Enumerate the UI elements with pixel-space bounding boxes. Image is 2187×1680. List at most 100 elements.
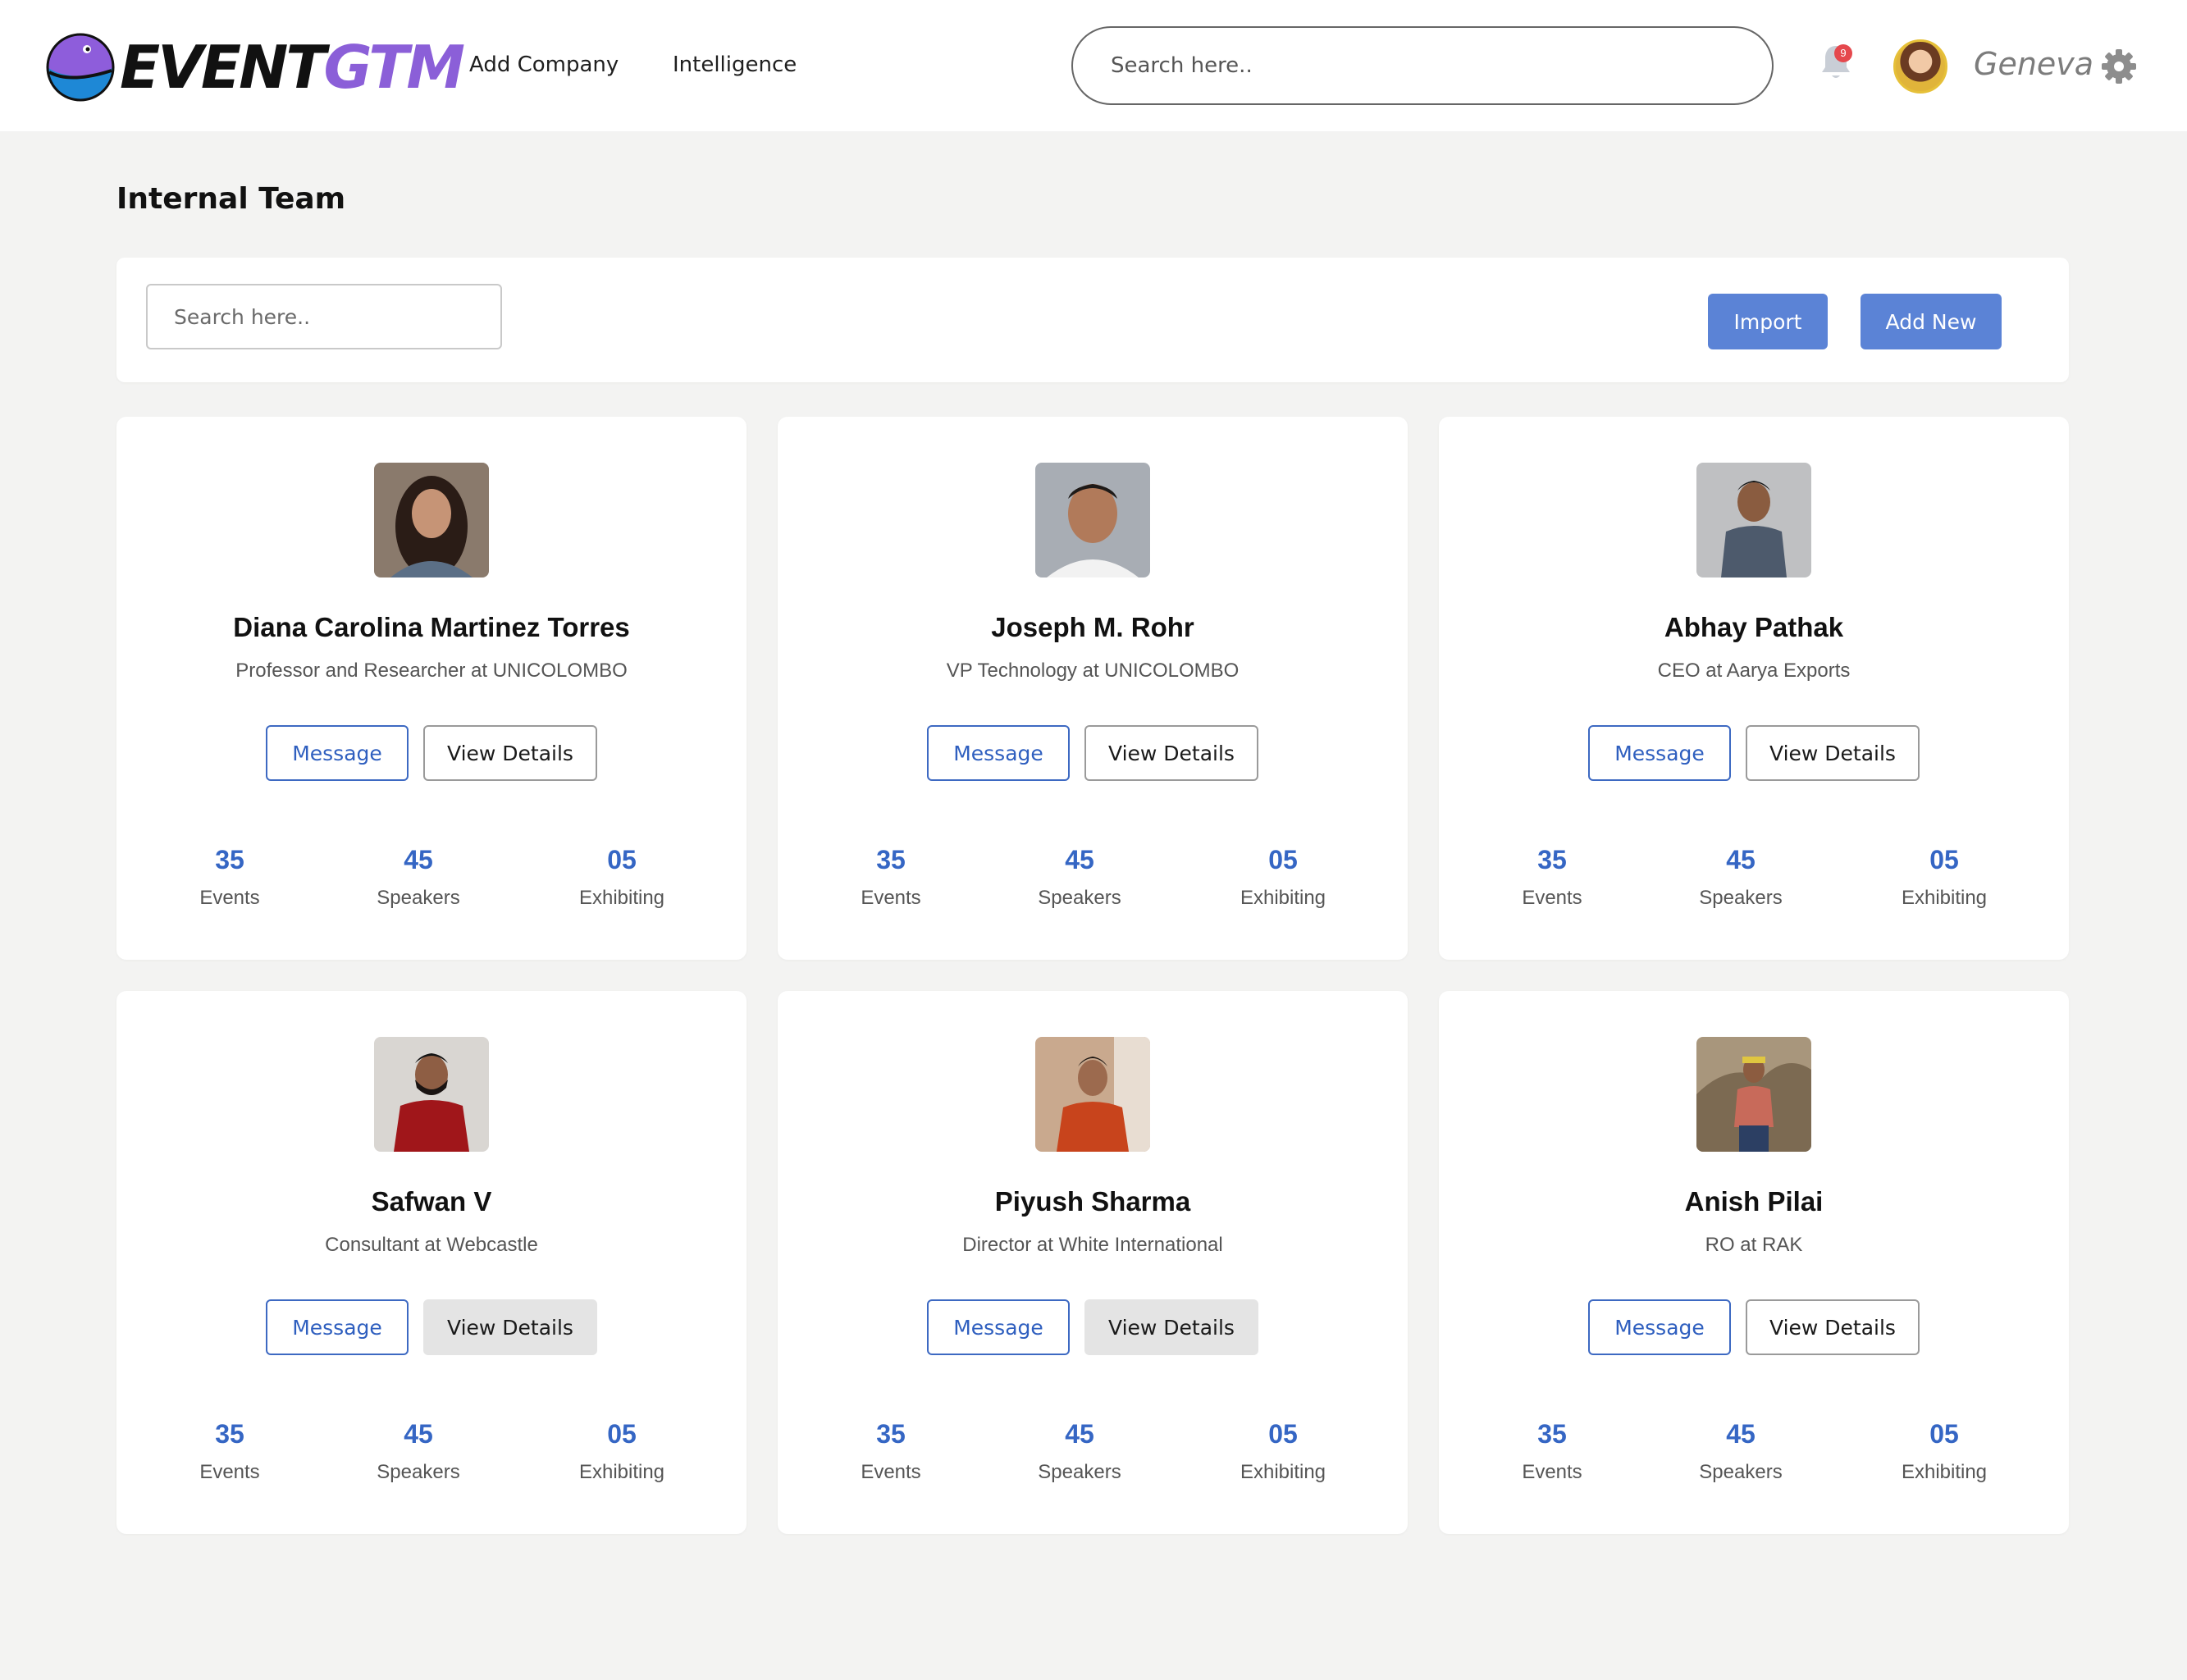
- member-photo: [374, 463, 489, 578]
- member-photo: [1696, 463, 1811, 578]
- member-role: VP Technology at UNICOLOMBO: [946, 660, 1240, 682]
- stat-speakers-value: 45: [1726, 845, 1756, 874]
- stat-exhibiting: 05 Exhibiting: [540, 845, 704, 910]
- stat-speakers: 45 Speakers: [336, 845, 500, 910]
- stat-exhibiting: 05 Exhibiting: [1862, 1419, 2026, 1484]
- stat-speakers-value: 45: [404, 1419, 433, 1449]
- message-button[interactable]: Message: [266, 1299, 409, 1355]
- stat-speakers-value: 45: [1065, 1419, 1094, 1449]
- stat-events-label: Events: [861, 887, 921, 909]
- stat-speakers-label: Speakers: [1699, 1461, 1783, 1483]
- team-search-input[interactable]: [146, 284, 502, 349]
- gear-icon[interactable]: [2102, 49, 2136, 84]
- stat-events: 35 Events: [148, 1419, 312, 1484]
- stat-events-label: Events: [199, 887, 260, 909]
- view-details-button[interactable]: View Details: [423, 1299, 597, 1355]
- stat-exhibiting-value: 05: [1929, 845, 1959, 874]
- stat-speakers-value: 45: [1065, 845, 1094, 874]
- stat-exhibiting: 05 Exhibiting: [1201, 1419, 1365, 1484]
- message-button[interactable]: Message: [1588, 1299, 1731, 1355]
- message-button[interactable]: Message: [266, 725, 409, 781]
- notification-badge: 9: [1834, 44, 1852, 62]
- stat-speakers: 45 Speakers: [1659, 845, 1823, 910]
- stat-exhibiting-value: 05: [1268, 845, 1298, 874]
- logo-wordmark-event: EVENT: [120, 33, 326, 102]
- stat-events-value: 35: [215, 845, 244, 874]
- stat-events-value: 35: [876, 1419, 906, 1449]
- logo-wordmark-gtm: GTM: [323, 33, 465, 102]
- member-role: RO at RAK: [1705, 1234, 1803, 1256]
- message-button[interactable]: Message: [1588, 725, 1731, 781]
- member-photo: [1035, 463, 1150, 578]
- stat-exhibiting: 05 Exhibiting: [1862, 845, 2026, 910]
- stat-events: 35 Events: [1470, 1419, 1634, 1484]
- stat-exhibiting-label: Exhibiting: [1901, 1461, 1988, 1483]
- stat-events: 35 Events: [1470, 845, 1634, 910]
- user-name[interactable]: Geneva: [1974, 46, 2093, 82]
- member-role: Consultant at Webcastle: [325, 1234, 538, 1256]
- stat-exhibiting-value: 05: [607, 1419, 637, 1449]
- stat-speakers-label: Speakers: [377, 887, 460, 909]
- top-navbar: EVENTGTM Add Company Intelligence 9 Gene…: [0, 0, 2187, 131]
- member-name: Joseph M. Rohr: [991, 612, 1194, 642]
- stat-exhibiting-label: Exhibiting: [1901, 887, 1988, 909]
- team-member-card: Abhay Pathak CEO at Aarya Exports Messag…: [1439, 417, 2069, 960]
- view-details-button[interactable]: View Details: [1746, 725, 1920, 781]
- member-photo: [1696, 1037, 1811, 1152]
- stat-events-value: 35: [876, 845, 906, 874]
- stat-events: 35 Events: [809, 845, 973, 910]
- stat-events-label: Events: [1522, 1461, 1582, 1483]
- stat-exhibiting-value: 05: [1268, 1419, 1298, 1449]
- team-member-card: Joseph M. Rohr VP Technology at UNICOLOM…: [778, 417, 1408, 960]
- stat-exhibiting-label: Exhibiting: [1240, 1461, 1326, 1483]
- view-details-button[interactable]: View Details: [423, 725, 597, 781]
- member-name: Diana Carolina Martinez Torres: [233, 612, 630, 642]
- stat-events: 35 Events: [809, 1419, 973, 1484]
- stat-speakers-label: Speakers: [1038, 1461, 1121, 1483]
- import-button[interactable]: Import: [1708, 294, 1828, 349]
- add-new-button[interactable]: Add New: [1861, 294, 2002, 349]
- stat-speakers: 45 Speakers: [998, 1419, 1162, 1484]
- view-details-button[interactable]: View Details: [1084, 725, 1258, 781]
- eventgtm-logo[interactable]: EVENTGTM: [46, 33, 465, 102]
- stat-speakers-value: 45: [404, 845, 433, 874]
- team-member-card: Piyush Sharma Director at White Internat…: [778, 991, 1408, 1534]
- member-name: Anish Pilai: [1684, 1186, 1824, 1217]
- stat-exhibiting: 05 Exhibiting: [540, 1419, 704, 1484]
- stat-exhibiting-label: Exhibiting: [578, 887, 665, 909]
- stat-speakers-label: Speakers: [1038, 887, 1121, 909]
- member-role: Professor and Researcher at UNICOLOMBO: [235, 660, 628, 682]
- logo-wordmark: EVENTGTM: [120, 33, 465, 102]
- team-member-card: Anish Pilai RO at RAK Message View Detai…: [1439, 991, 2069, 1534]
- nav-intelligence[interactable]: Intelligence: [673, 52, 797, 77]
- stat-speakers: 45 Speakers: [998, 845, 1162, 910]
- team-toolbar: Import Add New: [116, 258, 2069, 382]
- view-details-button[interactable]: View Details: [1746, 1299, 1920, 1355]
- stat-events: 35 Events: [148, 845, 312, 910]
- stat-exhibiting-label: Exhibiting: [578, 1461, 665, 1483]
- stat-speakers-label: Speakers: [377, 1461, 460, 1483]
- stat-speakers: 45 Speakers: [336, 1419, 500, 1484]
- member-name: Abhay Pathak: [1664, 612, 1844, 642]
- stat-speakers: 45 Speakers: [1659, 1419, 1823, 1484]
- message-button[interactable]: Message: [927, 1299, 1070, 1355]
- nav-add-company[interactable]: Add Company: [469, 52, 619, 77]
- stat-events-value: 35: [1537, 1419, 1567, 1449]
- stat-speakers-value: 45: [1726, 1419, 1756, 1449]
- member-name: Safwan V: [371, 1186, 492, 1217]
- stat-exhibiting: 05 Exhibiting: [1201, 845, 1365, 910]
- header-search-input[interactable]: [1071, 26, 1774, 105]
- stat-speakers-label: Speakers: [1699, 887, 1783, 909]
- logo-bird-icon: [46, 33, 115, 102]
- stat-events-label: Events: [1522, 887, 1582, 909]
- stat-exhibiting-label: Exhibiting: [1240, 887, 1326, 909]
- member-name: Piyush Sharma: [994, 1186, 1191, 1217]
- user-avatar[interactable]: [1893, 39, 1947, 94]
- page-title: Internal Team: [116, 182, 346, 216]
- stat-exhibiting-value: 05: [607, 845, 637, 874]
- stat-events-value: 35: [1537, 845, 1567, 874]
- member-role: CEO at Aarya Exports: [1657, 660, 1851, 682]
- message-button[interactable]: Message: [927, 725, 1070, 781]
- member-photo: [374, 1037, 489, 1152]
- view-details-button[interactable]: View Details: [1084, 1299, 1258, 1355]
